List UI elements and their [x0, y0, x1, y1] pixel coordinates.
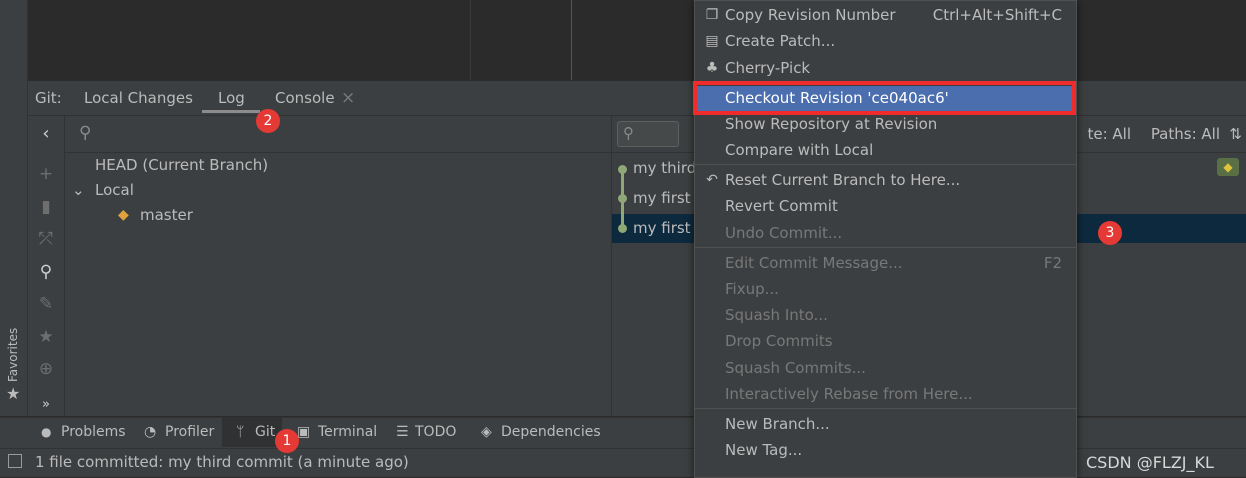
menu-item-squash-commits[interactable]: Squash Commits...: [695, 355, 1076, 381]
menu-item-new-branch[interactable]: New Branch...: [695, 411, 1076, 437]
copy-icon: ❐: [705, 7, 719, 23]
editor-panel: [27, 0, 471, 80]
edit-icon[interactable]: ✎: [36, 294, 56, 314]
active-tab-indicator: [202, 110, 260, 113]
todo-icon: ☰: [396, 424, 409, 440]
favorite-icon[interactable]: ★: [36, 327, 56, 347]
dependencies-icon: ◈: [481, 424, 492, 440]
menu-item-create-patch[interactable]: ▤ Create Patch...: [695, 28, 1076, 54]
annotation-badge-2: 2: [256, 109, 280, 133]
left-tool-strip: Favorites ★: [0, 0, 28, 416]
search-icon: ⚲: [623, 124, 634, 142]
patch-icon: ▤: [705, 33, 719, 49]
paths-filter[interactable]: Paths: All: [1151, 116, 1220, 152]
menu-item-drop-commits[interactable]: Drop Commits: [695, 328, 1076, 354]
add-icon[interactable]: +: [36, 164, 56, 184]
annotation-badge-3: 3: [1098, 221, 1122, 245]
date-filter[interactable]: te: All: [1087, 116, 1131, 152]
menu-item-undo-commit[interactable]: Undo Commit...: [695, 220, 1076, 246]
watermark: CSDN @FLZJ_KL: [1086, 453, 1214, 472]
collapse-arrow-icon[interactable]: ‹: [36, 124, 56, 144]
menu-item-interactive-rebase[interactable]: Interactively Rebase from Here...: [695, 381, 1076, 407]
log-search-input[interactable]: ⚲: [617, 121, 679, 147]
annotation-highlight-box: [693, 81, 1076, 115]
tab-profiler[interactable]: Profiler: [165, 417, 214, 447]
editor-panel: [471, 0, 572, 80]
commit-message: my third: [633, 159, 697, 177]
cherry-icon: ♣: [705, 60, 719, 76]
merge-icon[interactable]: ⤱: [36, 229, 56, 249]
tab-terminal[interactable]: Terminal: [318, 417, 377, 447]
branch-master[interactable]: master: [140, 201, 193, 230]
terminal-icon: ▣: [297, 424, 311, 440]
commit-message: my first c: [633, 189, 704, 207]
problems-icon: ●: [41, 425, 52, 439]
commit-context-menu: ❐ Copy Revision Number Ctrl+Alt+Shift+C …: [694, 0, 1077, 478]
commit-message: my first c: [633, 219, 704, 237]
tab-dependencies[interactable]: Dependencies: [501, 417, 601, 447]
profiler-icon: ◔: [144, 424, 157, 440]
tab-problems[interactable]: Problems: [61, 417, 126, 447]
search-icon: ⚲: [79, 123, 92, 143]
tab-local-changes[interactable]: Local Changes: [84, 81, 193, 115]
menu-item-copy-revision[interactable]: ❐ Copy Revision Number Ctrl+Alt+Shift+C: [695, 2, 1076, 28]
favorites-label[interactable]: Favorites: [6, 328, 20, 382]
menu-item-edit-message[interactable]: Edit Commit Message... F2: [695, 250, 1076, 276]
commit-graph-node: [618, 194, 627, 203]
tab-console[interactable]: Console: [275, 81, 335, 115]
git-toolbar: ‹ + ▮ ⤱ ⚲ ✎ ★ ⊕ »: [28, 116, 65, 416]
git-prefix-label: Git:: [35, 89, 62, 107]
tab-todo[interactable]: TODO: [415, 417, 456, 447]
branch-search-bar[interactable]: ⚲: [65, 116, 611, 153]
tab-git[interactable]: Git: [255, 417, 275, 447]
menu-item-cherry-pick[interactable]: ♣ Cherry-Pick: [695, 55, 1076, 81]
menu-item-reset-branch[interactable]: ↶ Reset Current Branch to Here...: [695, 167, 1076, 193]
menu-item-compare-local[interactable]: Compare with Local: [695, 137, 1076, 163]
search-icon[interactable]: ⚲: [36, 262, 56, 282]
menu-item-revert-commit[interactable]: Revert Commit: [695, 193, 1076, 219]
tag-icon: ◆: [1217, 158, 1239, 176]
branch-icon: ᛘ: [236, 424, 245, 440]
commit-graph-node: [618, 165, 627, 174]
annotation-badge-1: 1: [275, 429, 299, 453]
star-icon[interactable]: ★: [6, 384, 20, 403]
commit-graph-node: [618, 224, 627, 233]
menu-item-new-tag[interactable]: New Tag...: [695, 437, 1076, 463]
close-icon[interactable]: ×: [341, 81, 355, 115]
sort-icon[interactable]: ⇅: [1229, 116, 1242, 152]
menu-item-squash-into[interactable]: Squash Into...: [695, 302, 1076, 328]
menu-item-fixup[interactable]: Fixup...: [695, 276, 1076, 302]
undo-icon: ↶: [706, 172, 718, 188]
tree-expand-icon[interactable]: ⌄: [72, 176, 85, 205]
status-message: 1 file committed: my third commit (a min…: [35, 453, 409, 471]
layout-toggle-icon[interactable]: [8, 454, 22, 468]
more-icon[interactable]: »: [36, 395, 56, 415]
target-icon[interactable]: ⊕: [36, 359, 56, 379]
delete-icon[interactable]: ▮: [36, 197, 56, 217]
tag-icon: ◆: [118, 207, 129, 223]
